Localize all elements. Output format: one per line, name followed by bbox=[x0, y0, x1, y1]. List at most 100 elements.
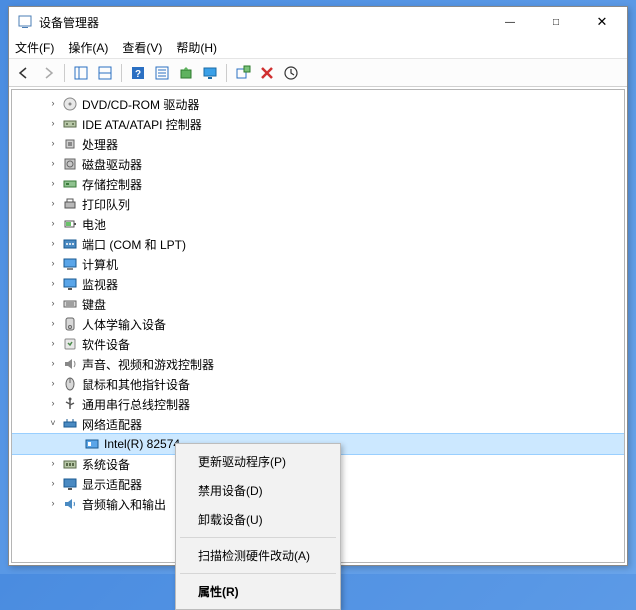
context-menu: 更新驱动程序(P)禁用设备(D)卸载设备(U) 扫描检测硬件改动(A) 属性(R) bbox=[175, 443, 341, 610]
window-controls: — □ ✕ bbox=[487, 7, 625, 37]
tree-node-label: 端口 (COM 和 LPT) bbox=[82, 236, 186, 253]
detail-pane-button[interactable] bbox=[94, 62, 116, 84]
expand-arrow-icon[interactable]: › bbox=[46, 197, 60, 211]
monitor-icon bbox=[62, 276, 78, 292]
back-button[interactable] bbox=[13, 62, 35, 84]
properties-button[interactable] bbox=[151, 62, 173, 84]
tree-node[interactable]: › IDE ATA/ATAPI 控制器 bbox=[12, 114, 624, 134]
tree-node-label: 处理器 bbox=[82, 136, 118, 153]
expand-arrow-icon[interactable]: › bbox=[46, 217, 60, 231]
add-legacy-button[interactable] bbox=[232, 62, 254, 84]
tree-node-label: DVD/CD-ROM 驱动器 bbox=[82, 96, 199, 113]
expand-arrow-icon[interactable]: › bbox=[46, 277, 60, 291]
tree-node[interactable]: › 电池 bbox=[12, 214, 624, 234]
context-menu-separator bbox=[180, 537, 336, 538]
expand-arrow-icon[interactable]: › bbox=[46, 97, 60, 111]
expand-arrow-icon[interactable]: › bbox=[46, 497, 60, 511]
tree-node[interactable]: ›存储控制器 bbox=[12, 174, 624, 194]
audio-icon bbox=[62, 496, 78, 512]
tree-node-label: 打印队列 bbox=[82, 196, 130, 213]
disc-icon bbox=[62, 96, 78, 112]
tree-node-label: 通用串行总线控制器 bbox=[82, 396, 190, 413]
context-menu-item[interactable]: 禁用设备(D) bbox=[178, 476, 338, 505]
sound-icon bbox=[62, 356, 78, 372]
usb-icon bbox=[62, 396, 78, 412]
context-menu-item[interactable]: 属性(R) bbox=[178, 577, 338, 606]
help-button[interactable]: ? bbox=[127, 62, 149, 84]
context-menu-item[interactable]: 卸载设备(U) bbox=[178, 505, 338, 534]
tree-node-label: Intel(R) 82574 bbox=[104, 437, 180, 451]
tree-node-label: 系统设备 bbox=[82, 456, 130, 473]
monitor-button[interactable] bbox=[199, 62, 221, 84]
expand-arrow-icon[interactable]: › bbox=[46, 397, 60, 411]
tree-node[interactable]: › 软件设备 bbox=[12, 334, 624, 354]
expand-arrow-icon[interactable]: › bbox=[46, 457, 60, 471]
expand-arrow-icon[interactable]: ˅ bbox=[46, 417, 60, 431]
computer-icon bbox=[62, 256, 78, 272]
system-icon bbox=[62, 456, 78, 472]
keyboard-icon bbox=[62, 296, 78, 312]
maximize-button[interactable]: □ bbox=[533, 7, 579, 37]
hid-icon bbox=[62, 316, 78, 332]
tree-node[interactable]: › 打印队列 bbox=[12, 194, 624, 214]
tree-node[interactable]: › 通用串行总线控制器 bbox=[12, 394, 624, 414]
svg-text:?: ? bbox=[135, 69, 141, 80]
tree-node[interactable]: › DVD/CD-ROM 驱动器 bbox=[12, 94, 624, 114]
expand-arrow-icon[interactable]: › bbox=[46, 117, 60, 131]
context-menu-item[interactable]: 更新驱动程序(P) bbox=[178, 447, 338, 476]
expand-arrow-icon[interactable]: › bbox=[46, 377, 60, 391]
tree-node[interactable]: › 声音、视频和游戏控制器 bbox=[12, 354, 624, 374]
tree-node[interactable]: › 键盘 bbox=[12, 294, 624, 314]
titlebar[interactable]: 设备管理器 — □ ✕ bbox=[9, 7, 627, 37]
forward-button[interactable] bbox=[37, 62, 59, 84]
minimize-button[interactable]: — bbox=[487, 7, 533, 37]
cpu-icon bbox=[62, 136, 78, 152]
toolbar: ? bbox=[9, 59, 627, 87]
expand-arrow-icon[interactable]: › bbox=[46, 477, 60, 491]
tree-node-label: IDE ATA/ATAPI 控制器 bbox=[82, 116, 202, 133]
context-menu-item[interactable]: 扫描检测硬件改动(A) bbox=[178, 541, 338, 570]
update-driver-button[interactable] bbox=[175, 62, 197, 84]
menu-view[interactable]: 查看(V) bbox=[122, 39, 162, 56]
tree-node[interactable]: ›监视器 bbox=[12, 274, 624, 294]
tree-node[interactable]: › 处理器 bbox=[12, 134, 624, 154]
expand-arrow-icon[interactable]: › bbox=[46, 137, 60, 151]
menu-file[interactable]: 文件(F) bbox=[15, 39, 54, 56]
tree-node[interactable]: › 磁盘驱动器 bbox=[12, 154, 624, 174]
expand-arrow-icon[interactable]: › bbox=[46, 357, 60, 371]
expand-arrow-icon[interactable]: › bbox=[46, 257, 60, 271]
expand-arrow-icon[interactable]: › bbox=[46, 337, 60, 351]
expand-arrow-icon[interactable]: › bbox=[46, 237, 60, 251]
tree-node-label: 软件设备 bbox=[82, 336, 130, 353]
window-title: 设备管理器 bbox=[39, 14, 487, 31]
tree-node[interactable]: › 端口 (COM 和 LPT) bbox=[12, 234, 624, 254]
menu-action[interactable]: 操作(A) bbox=[68, 39, 108, 56]
port-icon bbox=[62, 236, 78, 252]
expand-arrow-icon[interactable]: › bbox=[46, 317, 60, 331]
scan-hardware-button[interactable] bbox=[280, 62, 302, 84]
toolbar-separator bbox=[64, 64, 65, 82]
printer-icon bbox=[62, 196, 78, 212]
show-hide-tree-button[interactable] bbox=[70, 62, 92, 84]
tree-node-label: 键盘 bbox=[82, 296, 106, 313]
tree-node[interactable]: ›人体学输入设备 bbox=[12, 314, 624, 334]
nic-icon bbox=[84, 436, 100, 452]
ide-icon bbox=[62, 116, 78, 132]
menubar: 文件(F) 操作(A) 查看(V) 帮助(H) bbox=[9, 37, 627, 59]
expand-arrow-icon[interactable]: › bbox=[46, 157, 60, 171]
tree-node[interactable]: ˅ 网络适配器 bbox=[12, 414, 624, 434]
uninstall-button[interactable] bbox=[256, 62, 278, 84]
expand-arrow-icon bbox=[68, 437, 82, 451]
tree-node-label: 磁盘驱动器 bbox=[82, 156, 142, 173]
hdd-icon bbox=[62, 156, 78, 172]
tree-node[interactable]: ›鼠标和其他指针设备 bbox=[12, 374, 624, 394]
tree-node[interactable]: ›计算机 bbox=[12, 254, 624, 274]
expand-arrow-icon[interactable]: › bbox=[46, 177, 60, 191]
close-button[interactable]: ✕ bbox=[579, 7, 625, 37]
tree-node-label: 网络适配器 bbox=[82, 416, 142, 433]
menu-help[interactable]: 帮助(H) bbox=[176, 39, 217, 56]
tree-node-label: 电池 bbox=[82, 216, 106, 233]
expand-arrow-icon[interactable]: › bbox=[46, 297, 60, 311]
toolbar-separator bbox=[226, 64, 227, 82]
tree-node-label: 声音、视频和游戏控制器 bbox=[82, 356, 214, 373]
